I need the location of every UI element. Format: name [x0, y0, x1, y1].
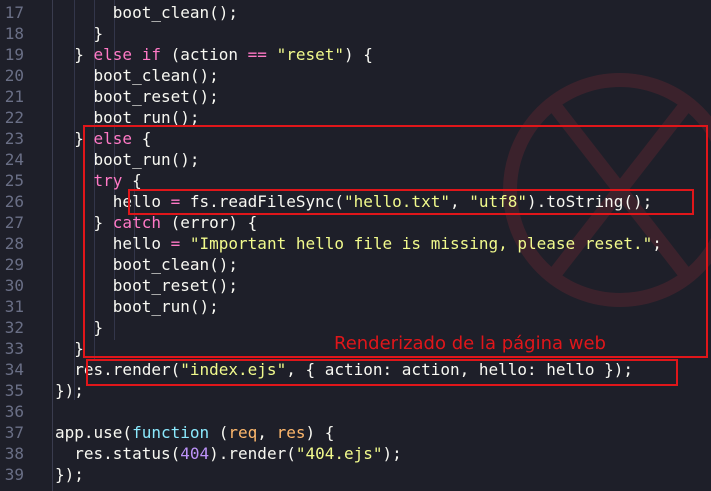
code-line[interactable]: 37 app.use(function (req, res) { — [0, 422, 335, 443]
line-code[interactable]: res.status(404).render("404.ejs"); — [55, 443, 402, 464]
line-number: 36 — [4, 402, 24, 421]
code-line[interactable]: 20 boot_clean(); — [0, 65, 219, 86]
code-line[interactable]: 36 — [0, 401, 24, 422]
code-line[interactable]: 27 } catch (error) { — [0, 212, 258, 233]
code-line[interactable]: 17 boot_clean(); — [0, 2, 238, 23]
line-number: 18 — [4, 24, 24, 43]
line-number: 23 — [4, 129, 24, 148]
code-line[interactable]: 28 hello = "Important hello file is miss… — [0, 233, 662, 254]
line-number: 17 — [4, 3, 24, 22]
code-line[interactable]: 22 boot_run(); — [0, 107, 200, 128]
code-line[interactable]: 21 boot_reset(); — [0, 86, 219, 107]
line-number: 21 — [4, 87, 24, 106]
line-number: 35 — [4, 381, 24, 400]
code-line[interactable]: 25 try { — [0, 170, 142, 191]
code-line[interactable]: 38 res.status(404).render("404.ejs"); — [0, 443, 402, 464]
line-code[interactable]: boot_clean(); — [55, 2, 238, 23]
code-line[interactable]: 31 boot_run(); — [0, 296, 219, 317]
line-number: 38 — [4, 444, 24, 463]
code-line[interactable]: 26 hello = fs.readFileSync("hello.txt", … — [0, 191, 653, 212]
line-code[interactable]: boot_reset(); — [55, 86, 219, 107]
line-code[interactable]: } — [55, 23, 104, 44]
line-code[interactable]: }); — [55, 464, 84, 485]
line-number: 20 — [4, 66, 24, 85]
line-code[interactable]: } else if (action == "reset") { — [55, 44, 373, 65]
code-line[interactable]: 24 boot_run(); — [0, 149, 200, 170]
code-line[interactable]: 35}); — [0, 380, 84, 401]
line-number: 29 — [4, 255, 24, 274]
line-number: 27 — [4, 213, 24, 232]
code-line[interactable]: 18 } — [0, 23, 103, 44]
line-number: 32 — [4, 318, 24, 337]
line-number: 24 — [4, 150, 24, 169]
line-number: 30 — [4, 276, 24, 295]
line-number: 28 — [4, 234, 24, 253]
code-line[interactable]: 32 } — [0, 317, 103, 338]
code-line[interactable]: 34 res.render("index.ejs", { action: act… — [0, 359, 633, 380]
code-line[interactable]: 39}); — [0, 464, 84, 485]
code-line[interactable]: 19 } else if (action == "reset") { — [0, 44, 373, 65]
line-number: 22 — [4, 108, 24, 127]
code-line[interactable]: 29 boot_clean(); — [0, 254, 238, 275]
line-code[interactable]: }); — [55, 380, 84, 401]
code-line[interactable]: 30 boot_reset(); — [0, 275, 238, 296]
highlight-box-else-block — [83, 125, 708, 358]
line-number: 33 — [4, 339, 24, 358]
code-editor[interactable]: 17 boot_clean(); 18 } 19 } else if (action… — [0, 0, 711, 491]
line-number: 25 — [4, 171, 24, 190]
annotation-label: Renderizado de la página web — [334, 333, 606, 354]
line-number: 19 — [4, 45, 24, 64]
line-number: 31 — [4, 297, 24, 316]
line-number: 39 — [4, 465, 24, 484]
highlight-box-render — [86, 359, 678, 386]
highlight-box-readfile — [128, 189, 694, 215]
line-code[interactable]: boot_clean(); — [55, 65, 219, 86]
line-code[interactable]: } — [55, 338, 84, 359]
line-code[interactable]: app.use(function (req, res) { — [55, 422, 334, 443]
line-number: 26 — [4, 192, 24, 211]
line-number: 34 — [4, 360, 24, 379]
line-number: 37 — [4, 423, 24, 442]
code-line[interactable]: 23 } else { — [0, 128, 152, 149]
code-line[interactable]: 33 } — [0, 338, 84, 359]
gutter-separator — [52, 0, 53, 491]
